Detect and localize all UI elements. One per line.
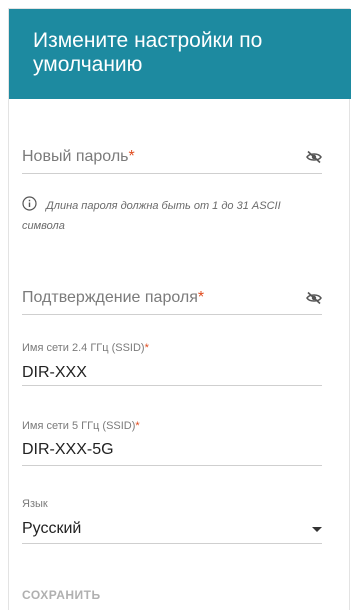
language-underline xyxy=(22,543,322,544)
required-mark: * xyxy=(128,148,135,165)
save-button[interactable]: СОХРАНИТЬ xyxy=(22,588,101,602)
language-label: Язык xyxy=(22,498,48,510)
new-password-field[interactable]: Новый пароль* xyxy=(22,144,322,174)
ssid-24-value: DIR-XXX xyxy=(22,364,87,381)
ssid-5-underline xyxy=(22,465,322,466)
required-mark: * xyxy=(135,420,140,432)
required-mark: * xyxy=(197,289,205,306)
new-password-underline xyxy=(22,173,322,174)
ssid-5-field[interactable]: Имя сети 5 ГГц (SSID)* DIR-XXX-5G xyxy=(22,418,322,466)
confirm-password-underline xyxy=(22,314,322,315)
language-value: Русский xyxy=(22,520,82,537)
confirm-password-placeholder: Подтверждение пароля xyxy=(22,289,198,306)
ssid-24-field[interactable]: Имя сети 2.4 ГГц (SSID)* DIR-XXX xyxy=(22,340,322,386)
ssid-24-underline xyxy=(22,385,322,386)
page-title: Измените настройки по умолчанию xyxy=(33,29,263,76)
confirm-password-field[interactable]: Подтверждение пароля* xyxy=(22,285,322,315)
ssid-24-label: Имя сети 2.4 ГГц (SSID) xyxy=(22,342,145,354)
header: Измените настройки по умолчанию xyxy=(9,9,351,99)
caret-down-icon[interactable] xyxy=(312,527,322,532)
eye-slash-icon[interactable] xyxy=(306,150,322,164)
new-password-placeholder: Новый пароль xyxy=(22,148,129,165)
eye-slash-icon[interactable] xyxy=(306,291,322,305)
language-select[interactable]: Язык Русский xyxy=(22,496,322,544)
hint-text: Длина пароля должна быть от 1 до 31 ASCI… xyxy=(22,200,281,232)
required-mark: * xyxy=(144,342,149,354)
ssid-5-label: Имя сети 5 ГГц (SSID) xyxy=(22,420,136,432)
ssid-5-value: DIR-XXX-5G xyxy=(22,441,114,458)
